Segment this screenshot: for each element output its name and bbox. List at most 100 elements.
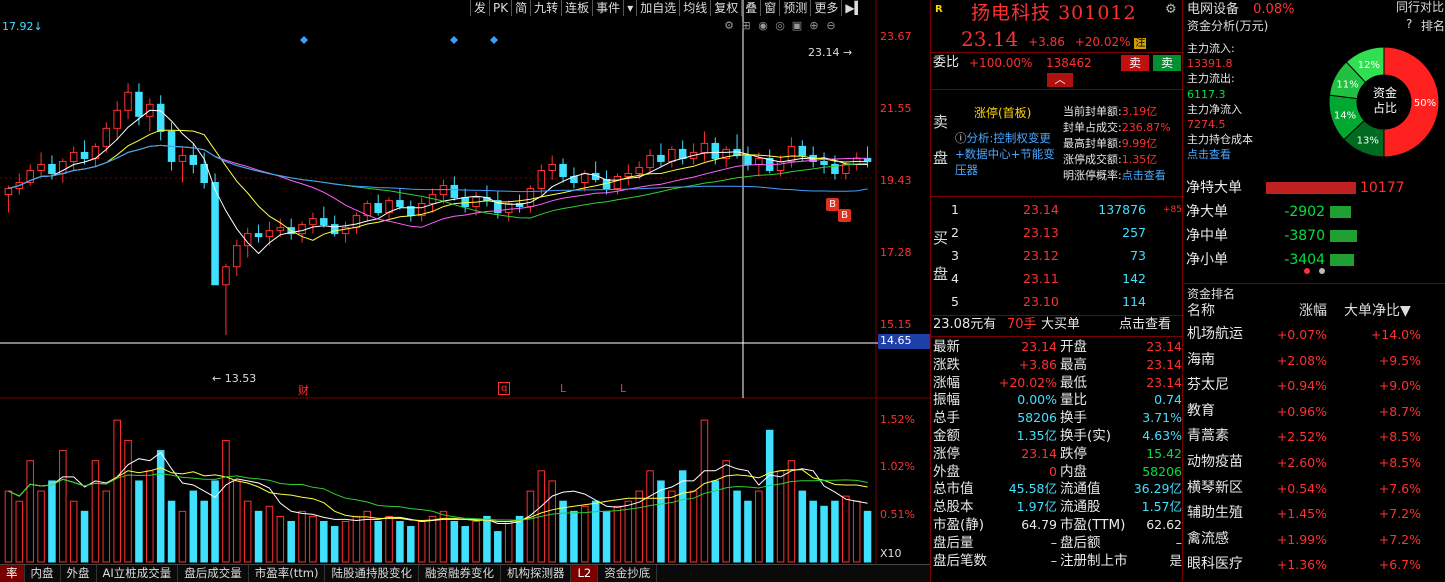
sell-button[interactable]: 卖 [1121,55,1149,71]
col-net[interactable]: 大单净比▼ [1344,301,1411,322]
indicator-tab[interactable]: AI立桩成交量 [97,565,179,582]
volume-bar [243,500,252,563]
toolbar-item[interactable]: 连板 [561,0,592,16]
toolbar-item[interactable]: 九转 [530,0,561,16]
ranking-row[interactable]: 横琴新区 +0.54% +7.6% [1184,476,1445,502]
stat-row: 总股本 1.97亿 流通股 1.57亿 [931,498,1184,516]
col-name[interactable]: 名称 [1187,301,1215,322]
stat-row: 最新 23.14 开盘 23.14 [931,338,1184,356]
indicator-tab[interactable]: 融资融券变化 [419,565,501,582]
toolbar-item[interactable]: 发 [470,0,489,16]
analysis-text[interactable]: ⓘ分析:控制权变更+数据中心+节能变压器 [955,130,1055,178]
big-order-row[interactable]: 23.08元有 70手 大买单 点击查看 [931,316,1184,334]
event-mark[interactable]: 财 [298,382,309,398]
toolbar-item[interactable]: 更多 [810,0,841,16]
sector-name: 电网设备 [1187,2,1240,17]
dropdown-icon[interactable]: ▾ [623,0,636,16]
candle-body [776,160,785,171]
volume-bar [91,460,100,563]
volume-bar [254,510,263,563]
toolbar-item[interactable]: PK [489,0,511,16]
low-price-marker: ← 13.53 [212,372,257,385]
volume-bar [265,505,274,563]
eye-icon[interactable]: ◉ [756,19,770,32]
ranking-pct: +2.60% [1276,455,1327,470]
eye-outline-icon[interactable]: ◎ [773,19,787,32]
ranking-row[interactable]: 机场航运 +0.07% +14.0% [1184,322,1445,348]
event-mark[interactable]: L [560,382,566,395]
volume-bar [211,480,219,563]
minus-icon[interactable]: ⊖ [824,19,838,32]
indicator-tab[interactable]: 率 [0,565,25,582]
col-pct[interactable]: 涨幅 [1299,301,1327,322]
candle-body [820,160,828,165]
collapse-icon[interactable]: ︿ [1047,73,1073,87]
toolbar-item[interactable]: 简 [511,0,530,16]
indicator-tab[interactable]: 盘后成交量 [178,565,249,582]
ranking-row[interactable]: 动物疫苗 +2.60% +8.5% [1184,450,1445,476]
event-mark[interactable]: q [498,382,511,395]
toolbar-item[interactable]: 预测 [779,0,810,16]
r-badge: R [935,4,943,15]
volume-bar [624,500,633,563]
toolbar-item[interactable]: 复权 [710,0,741,16]
indicator-tab[interactable]: L2 [571,565,599,582]
ranking-row[interactable]: 芬太尼 +0.94% +9.0% [1184,373,1445,399]
indicator-tab[interactable]: 陆股通持股变化 [325,565,419,582]
settings-icon[interactable]: ⚙ [1165,2,1177,17]
flow-row: 净大单 -2902 [1184,200,1445,224]
volume-bar [461,526,469,563]
toolbar-item[interactable]: 加自选 [636,0,679,16]
grid-icon[interactable]: ⊞ [739,19,753,32]
page-dot[interactable] [1304,268,1310,274]
price-change-pct: +20.02% [1074,35,1131,49]
candle-body [320,218,328,226]
kline-chart[interactable] [0,0,930,582]
indicator-tab[interactable]: 机构探测器 [501,565,572,582]
compare-link[interactable]: 同行对比 [1396,0,1444,15]
event-mark[interactable]: L [620,382,626,395]
settings-icon[interactable]: ⚙ [722,19,736,32]
stat-value: 58206 [1017,410,1057,426]
volume-bar [102,490,111,563]
buy-button[interactable]: 卖 [1153,55,1181,71]
bid-qty: 73 [1130,248,1146,263]
indicator-tab[interactable]: 内盘 [25,565,61,582]
volume-bar [548,480,556,563]
help-icon[interactable]: ? [1406,17,1412,31]
page-dot[interactable] [1319,268,1325,274]
toolbar-item[interactable]: 叠 [741,0,760,16]
indicator-tab[interactable]: 外盘 [61,565,97,582]
stat-value: 36.29亿 [1133,481,1182,497]
trash-icon[interactable]: ▣ [790,19,804,32]
ranking-net: +8.5% [1378,429,1421,445]
candle-body [624,172,633,177]
hold-cost-link[interactable]: 点击查看 [1187,147,1327,162]
toolbar-item[interactable]: 均线 [679,0,710,16]
big-order-link[interactable]: 点击查看 [1119,316,1171,334]
volume-bar [374,520,382,563]
ranking-row[interactable]: 辅助生殖 +1.45% +7.2% [1184,501,1445,527]
ranking-row[interactable]: 海南 +2.08% +9.5% [1184,348,1445,374]
sector-row[interactable]: 电网设备 0.08% [1187,0,1294,17]
rank-button[interactable]: 排名 [1421,17,1445,34]
volume-bar [113,419,121,563]
toolbar-item[interactable]: 事件 [592,0,623,16]
volume-bar [744,500,752,563]
buy-signal-badge[interactable]: B [838,209,851,222]
ranking-row[interactable]: 青蒿素 +2.52% +8.5% [1184,424,1445,450]
limit-info-row[interactable]: 明涨停概率:点击查看 [1063,168,1183,184]
volume-bar [407,526,415,563]
chart-toolbar: 发 PK 简九转 连板 事件 ▾ 加自选 均线 复权叠窗预测 更多 ▶▍ [470,0,867,16]
indicator-tab[interactable]: 市盈率(ttm) [249,565,326,582]
plus-icon[interactable]: ⊕ [807,19,821,32]
ranking-row[interactable]: 禽流感 +1.99% +7.2% [1184,527,1445,553]
expand-right-icon[interactable]: ▶▍ [841,0,866,16]
buy-signal-badge[interactable]: B [826,198,839,211]
candle-body [265,230,274,238]
ranking-row[interactable]: 教育 +0.96% +8.7% [1184,399,1445,425]
indicator-tab[interactable]: 资金抄底 [598,565,658,582]
toolbar-item[interactable]: 窗 [760,0,779,16]
kline-chart-area[interactable]: 发 PK 简九转 连板 事件 ▾ 加自选 均线 复权叠窗预测 更多 ▶▍ ⚙ ⊞ ◉ ◎ ▣ ⊕ ⊖… [0,0,930,582]
ranking-row[interactable]: 眼科医疗 +1.36% +6.7% [1184,552,1445,578]
